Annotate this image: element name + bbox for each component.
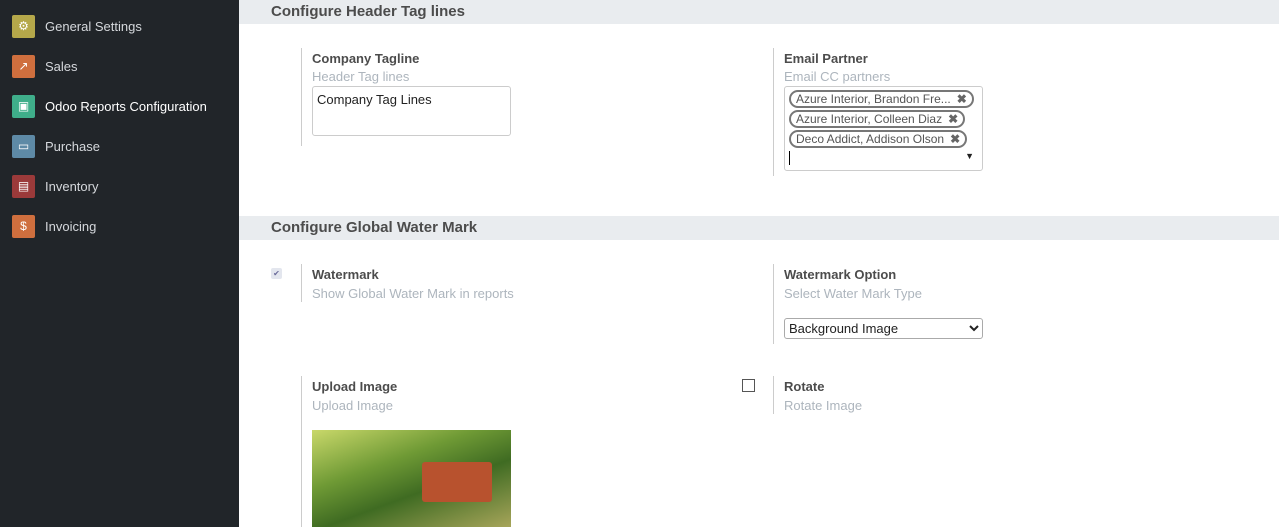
divider	[301, 376, 302, 527]
sidebar-item-label: General Settings	[45, 18, 142, 34]
caret-down-icon[interactable]: ▼	[965, 151, 974, 161]
section-header: Configure Global Water Mark	[239, 216, 1279, 240]
divider	[301, 264, 302, 302]
partner-tag: Azure Interior, Brandon Fre... ✖	[789, 90, 974, 108]
upload-image-desc: Upload Image	[312, 398, 393, 413]
watermark-option-select[interactable]: Background Image	[784, 318, 983, 339]
sidebar-item-label: Purchase	[45, 138, 100, 154]
rotate-desc: Rotate Image	[784, 398, 863, 413]
company-tagline-label: Company Tagline	[312, 51, 420, 66]
sidebar-item-label: Odoo Reports Configuration	[45, 98, 207, 114]
partner-tag: Azure Interior, Colleen Diaz ✖	[789, 110, 966, 128]
email-partner-desc: Email CC partners	[784, 69, 891, 84]
sidebar: ⚙ General Settings ↗ Sales ▣ Odoo Reports C…	[0, 0, 239, 527]
sidebar-item-label: Sales	[45, 58, 78, 74]
watermark-option-desc: Select Water Mark Type	[784, 286, 922, 301]
remove-tag-icon[interactable]: ✖	[950, 132, 960, 146]
sidebar-item-sales[interactable]: ↗ Sales	[12, 54, 78, 78]
company-tagline-input[interactable]: Company Tag Lines	[312, 86, 511, 136]
gear-icon: ⚙	[12, 14, 35, 38]
remove-tag-icon[interactable]: ✖	[948, 112, 958, 126]
email-partner-many2many[interactable]: Azure Interior, Brandon Fre... ✖ Azure In…	[784, 86, 983, 171]
rotate-checkbox[interactable]	[742, 379, 755, 392]
chart-icon: ↗	[12, 54, 35, 78]
settings-content: Configure Header Tag lines Company Tagli…	[239, 0, 1279, 527]
tag-label: Azure Interior, Colleen Diaz	[796, 112, 943, 126]
tractor-shape	[422, 462, 492, 502]
partner-search-input[interactable]: ▼	[785, 149, 982, 167]
sidebar-item-odoo-reports-configuration[interactable]: ▣ Odoo Reports Configuration	[12, 94, 207, 118]
watermark-checkbox[interactable]: ✔	[271, 268, 282, 279]
sidebar-item-label: Inventory	[45, 178, 99, 194]
sidebar-item-general-settings[interactable]: ⚙ General Settings	[12, 14, 142, 38]
sidebar-item-invoicing[interactable]: $ Invoicing	[12, 214, 96, 238]
email-partner-label: Email Partner	[784, 51, 868, 66]
box-icon: ▤	[12, 174, 35, 198]
invoice-icon: $	[12, 214, 35, 238]
remove-tag-icon[interactable]: ✖	[957, 92, 967, 106]
divider	[301, 48, 302, 146]
rotate-label: Rotate	[784, 379, 825, 394]
divider	[773, 48, 774, 176]
watermark-image[interactable]	[312, 430, 511, 527]
sidebar-item-label: Invoicing	[45, 218, 97, 234]
watermark-desc: Show Global Water Mark in reports	[312, 286, 514, 301]
divider	[773, 376, 774, 414]
credit-card-icon: ▭	[12, 134, 35, 158]
divider	[773, 264, 774, 344]
company-tagline-desc: Header Tag lines	[312, 69, 410, 84]
tag-label: Deco Addict, Addison Olson	[796, 132, 945, 146]
report-icon: ▣	[12, 94, 35, 118]
section-header: Configure Header Tag lines	[239, 0, 1279, 24]
tag-label: Azure Interior, Brandon Fre...	[796, 92, 951, 106]
partner-tag: Deco Addict, Addison Olson ✖	[789, 130, 968, 148]
sidebar-item-purchase[interactable]: ▭ Purchase	[12, 134, 100, 158]
upload-image-label: Upload Image	[312, 379, 398, 394]
watermark-label: Watermark	[312, 267, 379, 282]
sidebar-item-inventory[interactable]: ▤ Inventory	[12, 174, 98, 198]
watermark-option-label: Watermark Option	[784, 267, 897, 282]
